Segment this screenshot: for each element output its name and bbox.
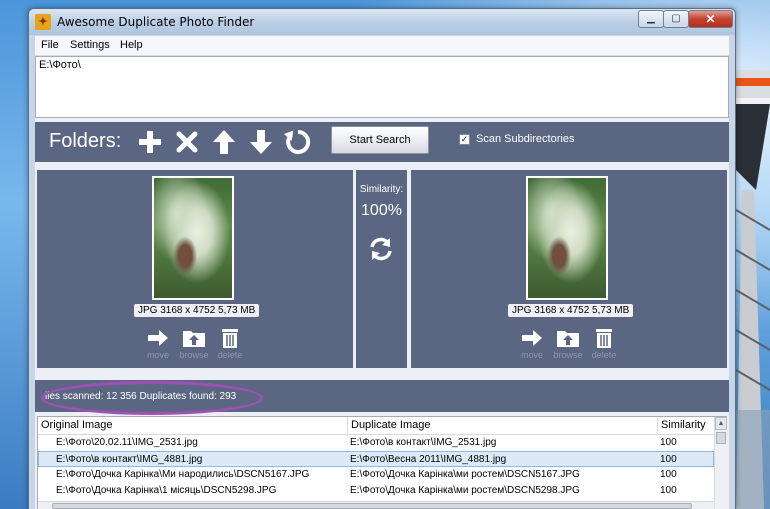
left-delete-button[interactable]: delete bbox=[212, 328, 248, 360]
move-up-icon[interactable] bbox=[209, 127, 239, 157]
row-similarity: 100 bbox=[660, 485, 677, 496]
left-delete-label: delete bbox=[217, 350, 243, 360]
app-window: ✦ Awesome Duplicate Photo Finder ▁ ▢ ✕ F… bbox=[28, 8, 736, 509]
arrow-right-icon bbox=[148, 330, 168, 346]
right-browse-label: browse bbox=[553, 350, 583, 360]
horizontal-scrollbar[interactable] bbox=[38, 501, 714, 509]
similarity-panel: Similarity: 100% bbox=[356, 170, 407, 368]
move-down-icon[interactable] bbox=[246, 127, 276, 157]
scroll-up-icon[interactable]: ▲ bbox=[715, 417, 727, 430]
right-delete-button[interactable]: delete bbox=[586, 328, 622, 360]
row-similarity: 100 bbox=[660, 469, 677, 480]
menu-bar: File Settings Help bbox=[35, 36, 729, 56]
row-duplicate: E:\Фото\Весна 2011\IMG_4881.jpg bbox=[350, 454, 507, 465]
swap-icon[interactable] bbox=[368, 236, 394, 262]
close-button[interactable]: ✕ bbox=[688, 10, 733, 28]
folder-list[interactable]: E:\Фото\ bbox=[35, 56, 729, 118]
menu-file[interactable]: File bbox=[41, 39, 59, 51]
row-duplicate: E:\Фото\Дочка Карінка\ми ростем\DSCN5298… bbox=[350, 485, 580, 496]
row-similarity: 100 bbox=[660, 454, 677, 465]
client-area: File Settings Help E:\Фото\ Folders: Sta… bbox=[35, 36, 729, 509]
right-move-button[interactable]: move bbox=[514, 328, 550, 360]
table-row[interactable]: E:\Фото\20.02.11\IMG_2531.jpg E:\Фото\в … bbox=[38, 435, 714, 451]
add-folder-icon[interactable] bbox=[135, 127, 165, 157]
table-row[interactable]: E:\Фото\Дочка Карінка\Ми народились\DSCN… bbox=[38, 467, 714, 483]
desktop-tower-image bbox=[736, 70, 770, 509]
column-original-image[interactable]: Original Image bbox=[38, 417, 348, 435]
start-search-button[interactable]: Start Search bbox=[331, 126, 429, 154]
column-duplicate-image[interactable]: Duplicate Image bbox=[348, 417, 658, 435]
similarity-label: Similarity: bbox=[359, 184, 404, 195]
reset-icon[interactable] bbox=[283, 127, 313, 157]
table-header: Original Image Duplicate Image Similarit… bbox=[38, 417, 714, 435]
left-move-button[interactable]: move bbox=[140, 328, 176, 360]
table-row-selected[interactable]: E:\Фото\в контакт\IMG_4881.jpg E:\Фото\В… bbox=[38, 451, 714, 467]
folder-path-item[interactable]: E:\Фото\ bbox=[39, 59, 81, 71]
menu-settings[interactable]: Settings bbox=[70, 39, 110, 51]
left-browse-label: browse bbox=[179, 350, 209, 360]
trash-icon bbox=[596, 329, 612, 348]
folder-up-icon bbox=[557, 331, 579, 347]
similarity-value: 100% bbox=[361, 202, 402, 219]
left-move-label: move bbox=[146, 350, 169, 360]
highlight-ellipse-annotation bbox=[41, 381, 263, 415]
right-browse-button[interactable]: browse bbox=[550, 328, 586, 360]
folders-label: Folders: bbox=[49, 130, 122, 152]
row-original: E:\Фото\20.02.11\IMG_2531.jpg bbox=[56, 437, 198, 448]
row-original: E:\Фото\в контакт\IMG_4881.jpg bbox=[56, 454, 203, 465]
left-image-info: JPG 3168 x 4752 5,73 MB bbox=[134, 304, 260, 317]
table-row[interactable]: E:\Фото\Дочка Карінка\1 місяць\DSCN5298.… bbox=[38, 483, 714, 499]
app-logo-icon: ✦ bbox=[35, 14, 51, 30]
left-image-preview[interactable] bbox=[152, 176, 234, 300]
window-title: Awesome Duplicate Photo Finder bbox=[57, 15, 255, 29]
right-image-info: JPG 3168 x 4752 5,73 MB bbox=[508, 304, 634, 317]
row-original: E:\Фото\Дочка Карінка\Ми народились\DSCN… bbox=[56, 469, 310, 480]
title-bar[interactable]: ✦ Awesome Duplicate Photo Finder ▁ ▢ ✕ bbox=[29, 9, 735, 35]
trash-icon bbox=[222, 329, 238, 348]
vertical-scrollbar[interactable]: ▲ bbox=[714, 417, 727, 509]
scan-subdirectories-label: Scan Subdirectories bbox=[476, 133, 575, 145]
duplicates-table: Original Image Duplicate Image Similarit… bbox=[37, 416, 727, 509]
row-similarity: 100 bbox=[660, 437, 677, 448]
menu-help[interactable]: Help bbox=[120, 39, 143, 51]
arrow-right-icon bbox=[522, 330, 542, 346]
maximize-button[interactable]: ▢ bbox=[663, 10, 689, 28]
right-image-panel: JPG 3168 x 4752 5,73 MB move browse dele… bbox=[411, 170, 727, 368]
folder-up-icon bbox=[183, 331, 205, 347]
right-image-preview[interactable] bbox=[526, 176, 608, 300]
left-browse-button[interactable]: browse bbox=[176, 328, 212, 360]
right-move-label: move bbox=[520, 350, 543, 360]
minimize-button[interactable]: ▁ bbox=[638, 10, 664, 28]
column-similarity[interactable]: Similarity bbox=[658, 417, 714, 435]
left-image-panel: JPG 3168 x 4752 5,73 MB move browse dele… bbox=[37, 170, 353, 368]
horizontal-scroll-thumb[interactable] bbox=[52, 503, 692, 509]
row-duplicate: E:\Фото\в контакт\IMG_2531.jpg bbox=[350, 437, 497, 448]
remove-folder-icon[interactable] bbox=[172, 127, 202, 157]
row-original: E:\Фото\Дочка Карінка\1 місяць\DSCN5298.… bbox=[56, 485, 277, 496]
folders-toolbar: Folders: Start Search ✓ Scan Subdirector… bbox=[35, 122, 729, 162]
right-delete-label: delete bbox=[591, 350, 617, 360]
scan-subdirectories-checkbox[interactable]: ✓ bbox=[459, 134, 470, 145]
row-duplicate: E:\Фото\Дочка Карінка\ми ростем\DSCN5167… bbox=[350, 469, 580, 480]
vertical-scroll-thumb[interactable] bbox=[716, 432, 726, 444]
